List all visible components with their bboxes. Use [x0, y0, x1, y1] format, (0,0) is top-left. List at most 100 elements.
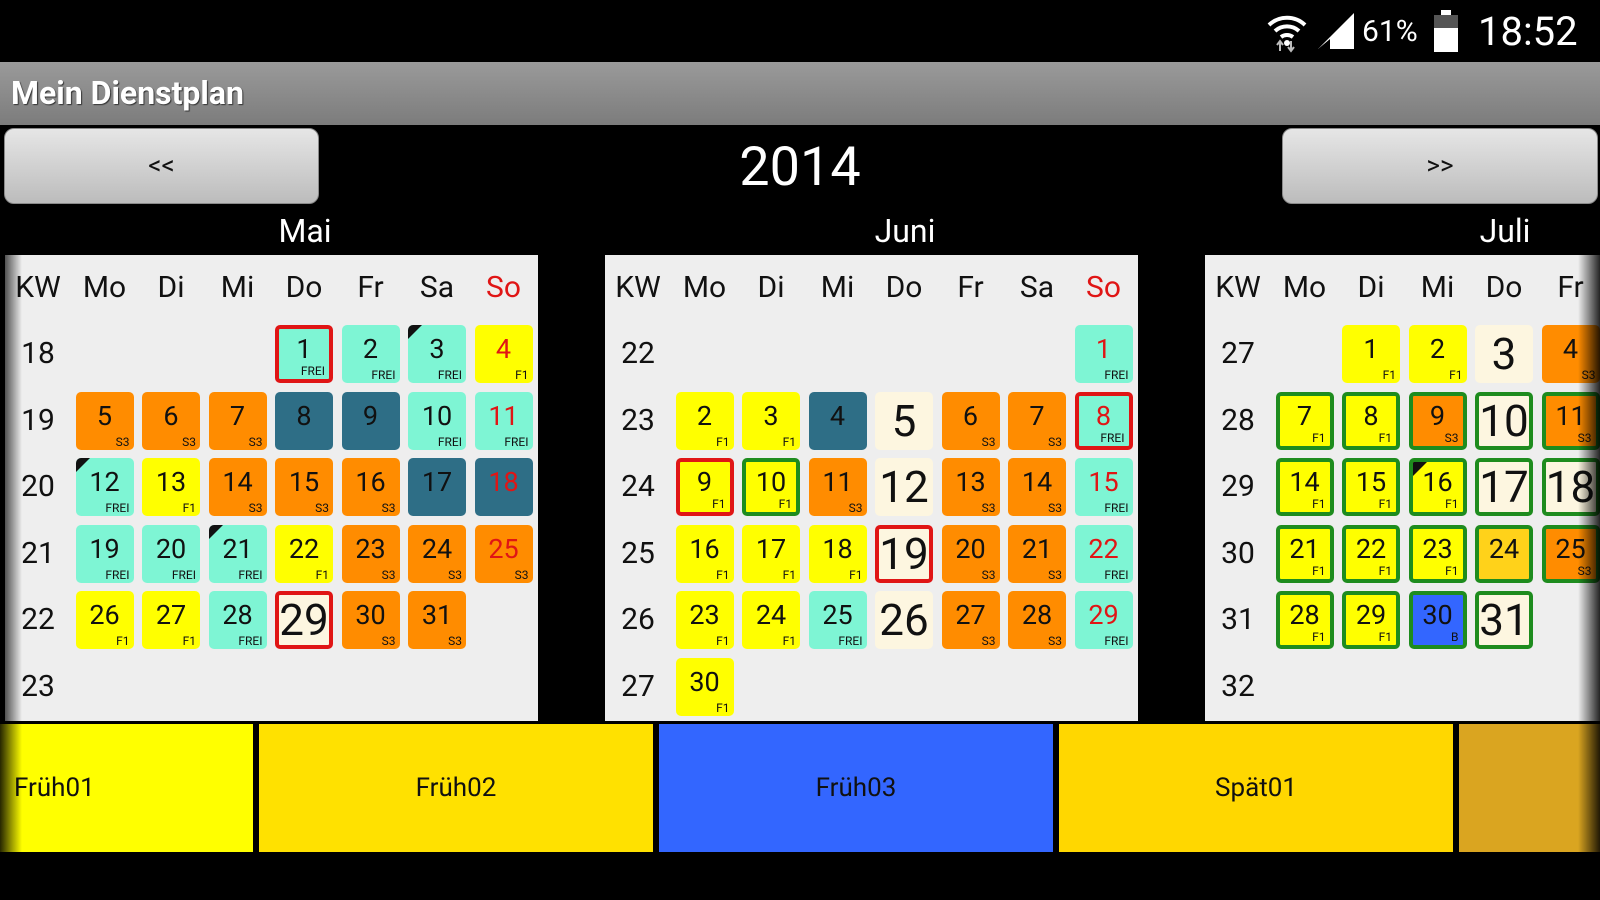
day-cell[interactable]: 1 F1 — [1342, 325, 1400, 383]
day-cell[interactable]: 15 S3 — [275, 458, 333, 516]
shift-code: F1 — [515, 368, 529, 382]
weekday-header: So — [486, 270, 521, 305]
legend-item-partial[interactable] — [1459, 724, 1600, 852]
day-cell[interactable]: 20 FREI — [142, 524, 200, 583]
day-cell[interactable]: 4 F1 — [474, 325, 533, 383]
day-cell[interactable]: 25 S3 — [474, 524, 533, 583]
shift-code: FREI — [504, 434, 529, 449]
day-cell[interactable]: 10 FREI — [408, 391, 466, 450]
day-cell[interactable]: 21 F1 — [1275, 524, 1334, 583]
day-cell[interactable]: 2 F1 — [675, 391, 734, 450]
day-cell[interactable]: 18 — [474, 458, 533, 516]
day-number: 21 — [1289, 532, 1320, 565]
day-cell[interactable]: 16 F1 — [675, 524, 734, 583]
day-cell[interactable]: 2 FREI — [341, 325, 400, 383]
day-cell[interactable]: 1 FREI — [1074, 325, 1133, 383]
day-cell[interactable]: 25 S3 — [1541, 524, 1600, 583]
day-cell[interactable]: 5 — [875, 391, 933, 450]
day-cell[interactable]: 7 S3 — [1008, 391, 1066, 450]
day-number: 15 — [1355, 466, 1387, 498]
day-cell[interactable]: 22 FREI — [1074, 524, 1133, 583]
day-cell[interactable]: 23 S3 — [341, 524, 400, 583]
day-cell[interactable]: 31 — [1475, 591, 1533, 649]
legend-item-frueh01[interactable]: Früh01 — [0, 724, 253, 852]
day-cell[interactable]: 7 S3 — [208, 391, 267, 450]
day-cell[interactable]: 4 — [808, 391, 867, 450]
day-cell[interactable]: 17 — [408, 458, 466, 516]
day-cell[interactable]: 29 — [275, 591, 333, 649]
day-cell[interactable]: 13 S3 — [941, 458, 1000, 516]
day-cell[interactable]: 6 S3 — [941, 391, 1000, 450]
day-cell[interactable]: 3 — [1475, 325, 1533, 383]
next-year-button[interactable]: >> — [1282, 128, 1598, 204]
day-cell[interactable]: 24 F1 — [742, 591, 800, 649]
day-cell[interactable]: 21 FREI — [208, 524, 267, 583]
day-cell[interactable]: 9 F1 — [675, 458, 734, 516]
shift-code: S3 — [981, 434, 996, 449]
day-cell[interactable]: 3 F1 — [742, 391, 800, 450]
day-cell[interactable]: 12 — [875, 458, 933, 516]
day-cell[interactable]: 11 FREI — [474, 391, 533, 450]
day-cell[interactable]: 26 F1 — [75, 591, 134, 649]
day-cell[interactable]: 30 B — [1408, 591, 1467, 649]
day-cell[interactable]: 23 F1 — [1408, 524, 1467, 583]
day-cell[interactable]: 9 S3 — [1408, 391, 1467, 450]
day-cell[interactable]: 28 F1 — [1275, 591, 1334, 649]
day-cell[interactable]: 15 F1 — [1342, 458, 1400, 516]
day-cell[interactable]: 6 S3 — [142, 391, 200, 450]
day-cell[interactable]: 27 S3 — [941, 591, 1000, 649]
day-cell[interactable]: 12 FREI — [75, 458, 134, 516]
day-cell[interactable]: 29 FREI — [1074, 591, 1133, 649]
day-cell[interactable]: 18 — [1541, 458, 1600, 516]
day-cell[interactable]: 10 — [1475, 391, 1533, 450]
legend-item-frueh03[interactable]: Früh03 — [659, 724, 1053, 852]
day-cell[interactable]: 30 S3 — [341, 591, 400, 649]
day-cell[interactable]: 13 F1 — [142, 458, 200, 516]
day-cell[interactable]: 3 FREI — [408, 325, 466, 383]
legend-item-frueh02[interactable]: Früh02 — [259, 724, 653, 852]
day-number: 23 — [355, 532, 386, 565]
day-cell[interactable]: 18 F1 — [808, 524, 867, 583]
day-cell[interactable]: 28 S3 — [1008, 591, 1066, 649]
shift-code: S3 — [448, 634, 462, 648]
day-cell[interactable]: 17 — [1475, 458, 1533, 516]
day-cell[interactable]: 5 S3 — [75, 391, 134, 450]
day-cell[interactable]: 31 S3 — [408, 591, 466, 649]
day-cell[interactable]: 8 FREI — [1074, 391, 1133, 450]
day-cell[interactable]: 21 S3 — [1008, 524, 1066, 583]
day-cell[interactable]: 10 F1 — [742, 458, 800, 516]
day-cell[interactable]: 30 F1 — [675, 657, 734, 716]
day-cell[interactable]: 8 F1 — [1342, 391, 1400, 450]
day-cell[interactable]: 22 F1 — [1342, 524, 1400, 583]
day-cell[interactable]: 19 — [875, 524, 933, 583]
day-cell[interactable]: 1 FREI — [275, 325, 333, 383]
day-cell[interactable]: 26 — [875, 591, 933, 649]
day-cell[interactable]: 14 S3 — [208, 458, 267, 516]
day-cell[interactable]: 19 FREI — [75, 524, 134, 583]
shift-code: F1 — [716, 634, 730, 648]
day-cell[interactable]: 2 F1 — [1408, 325, 1467, 383]
day-cell[interactable]: 17 F1 — [742, 524, 800, 583]
day-cell[interactable]: 16 F1 — [1408, 458, 1467, 516]
day-cell[interactable]: 14 S3 — [1008, 458, 1066, 516]
day-cell[interactable]: 15 FREI — [1074, 458, 1133, 516]
day-cell[interactable]: 24 S3 — [408, 524, 466, 583]
day-cell[interactable]: 8 — [275, 391, 333, 450]
previous-year-button[interactable]: << — [4, 128, 319, 204]
day-cell[interactable]: 11 S3 — [808, 458, 867, 516]
day-cell[interactable]: 16 S3 — [341, 458, 400, 516]
day-cell[interactable]: 25 FREI — [808, 591, 867, 649]
day-cell[interactable]: 14 F1 — [1275, 458, 1334, 516]
day-cell[interactable]: 20 S3 — [941, 524, 1000, 583]
day-cell[interactable]: 23 F1 — [675, 591, 734, 649]
day-cell[interactable]: 22 F1 — [275, 524, 333, 583]
legend-item-spaet01[interactable]: Spät01 — [1059, 724, 1453, 852]
day-cell[interactable]: 9 — [341, 391, 400, 450]
day-cell[interactable]: 11 S3 — [1541, 391, 1600, 450]
day-cell[interactable]: 7 F1 — [1275, 391, 1334, 450]
day-cell[interactable]: 28 FREI — [208, 591, 267, 649]
day-cell[interactable]: 29 F1 — [1342, 591, 1400, 649]
day-cell[interactable]: 24 — [1475, 524, 1533, 583]
day-cell[interactable]: 4 S3 — [1541, 325, 1600, 383]
day-cell[interactable]: 27 F1 — [142, 591, 200, 649]
